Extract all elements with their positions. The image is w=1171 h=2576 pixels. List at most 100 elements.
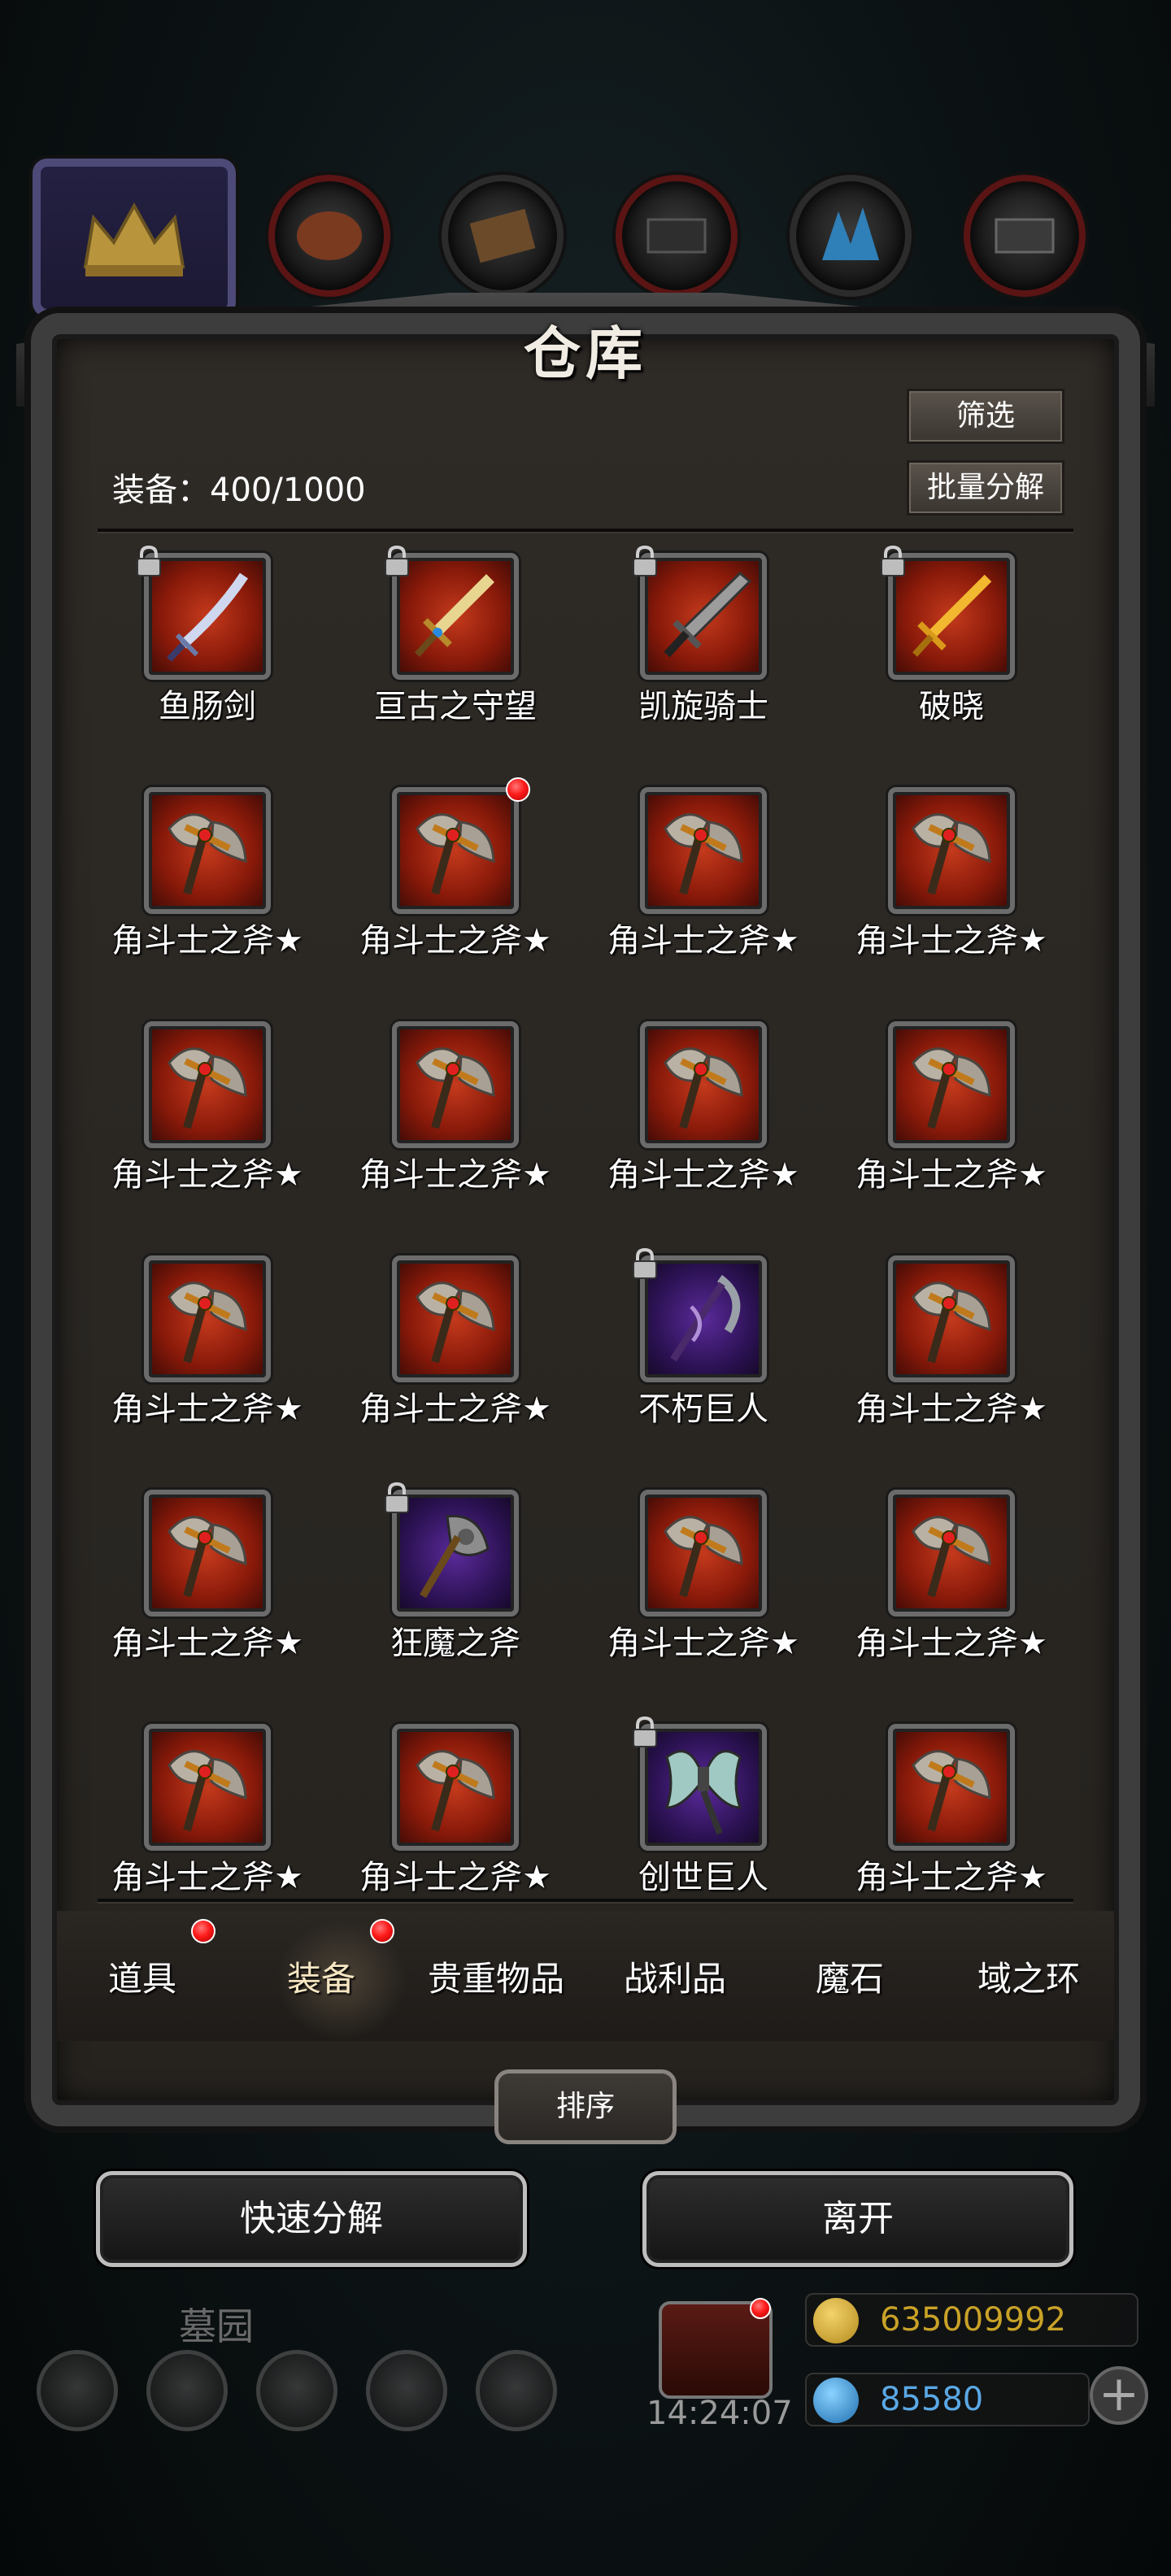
equipment-item[interactable]: 角斗士之斧★ bbox=[85, 1724, 329, 1911]
item-name: 亘古之守望 bbox=[374, 688, 537, 725]
item-name: 角斗士之斧★ bbox=[111, 922, 303, 959]
item-name: 角斗士之斧★ bbox=[359, 1859, 551, 1896]
item-slot[interactable] bbox=[640, 787, 767, 914]
equipment-item[interactable]: 角斗士之斧★ bbox=[581, 1490, 825, 1677]
battle-axe-icon bbox=[168, 1047, 247, 1129]
battle-axe-icon bbox=[416, 1047, 495, 1129]
tab-0[interactable]: 道具 bbox=[53, 1952, 232, 2001]
equipment-item[interactable]: 角斗士之斧★ bbox=[829, 1490, 1073, 1677]
battle-axe-icon bbox=[912, 1281, 991, 1364]
crown-icon bbox=[83, 202, 185, 276]
battle-axe-icon bbox=[416, 813, 495, 895]
item-slot[interactable] bbox=[888, 1724, 1015, 1851]
notification-badge bbox=[750, 2298, 771, 2319]
item-name: 角斗士之斧★ bbox=[607, 922, 799, 959]
location-label: 墓园 bbox=[179, 2304, 254, 2348]
item-slot[interactable] bbox=[640, 1021, 767, 1148]
item-name: 角斗士之斧★ bbox=[111, 1390, 303, 1428]
equipment-item[interactable]: 角斗士之斧★ bbox=[333, 1255, 577, 1442]
gold-amount: 635009992 bbox=[880, 2301, 1067, 2339]
equipment-item[interactable]: 狂魔之斧 bbox=[333, 1482, 577, 1677]
equipment-item[interactable]: 角斗士之斧★ bbox=[581, 1021, 825, 1208]
item-name: 角斗士之斧★ bbox=[855, 1859, 1047, 1896]
item-slot[interactable] bbox=[144, 1490, 271, 1617]
battle-axe-icon bbox=[168, 1281, 247, 1364]
equipment-item[interactable]: 角斗士之斧★ bbox=[333, 777, 577, 974]
category-crown-tab[interactable] bbox=[33, 159, 236, 317]
equipment-item[interactable]: 角斗士之斧★ bbox=[829, 1724, 1073, 1911]
category-iron-tab[interactable] bbox=[616, 175, 738, 297]
equipment-item[interactable]: 亘古之守望 bbox=[333, 545, 577, 740]
item-slot[interactable] bbox=[144, 1021, 271, 1148]
item-slot[interactable] bbox=[888, 787, 1015, 914]
equipment-item[interactable]: 创世巨人 bbox=[581, 1716, 825, 1911]
equipment-item[interactable]: 角斗士之斧★ bbox=[829, 1255, 1073, 1442]
category-metal-tab[interactable] bbox=[964, 175, 1086, 297]
equipment-item[interactable]: 角斗士之斧★ bbox=[85, 1490, 329, 1677]
equipment-item[interactable]: 破晓 bbox=[829, 545, 1073, 740]
tab-3[interactable]: 战利品 bbox=[586, 1952, 764, 2001]
battle-axe-icon bbox=[416, 1281, 495, 1364]
crystal-icon bbox=[822, 207, 879, 260]
notification-badge bbox=[506, 777, 530, 802]
battle-axe-icon bbox=[912, 813, 991, 895]
equipment-item[interactable]: 角斗士之斧★ bbox=[85, 1021, 329, 1208]
item-slot[interactable] bbox=[144, 1724, 271, 1851]
equipment-item[interactable]: 角斗士之斧★ bbox=[829, 1021, 1073, 1208]
item-slot[interactable] bbox=[888, 1021, 1015, 1148]
equipment-item[interactable]: 凯旋骑士 bbox=[581, 545, 825, 740]
settings-icon[interactable] bbox=[37, 2350, 118, 2431]
equipment-item[interactable]: 角斗士之斧★ bbox=[581, 787, 825, 974]
equipment-item[interactable]: 角斗士之斧★ bbox=[85, 1255, 329, 1442]
item-name: 不朽巨人 bbox=[638, 1390, 768, 1428]
handshake-icon[interactable] bbox=[476, 2350, 557, 2431]
tab-2[interactable]: 贵重物品 bbox=[407, 1952, 586, 2001]
equipment-item[interactable]: 鱼肠剑 bbox=[85, 545, 329, 740]
equipment-item[interactable]: 角斗士之斧★ bbox=[333, 1021, 577, 1208]
gift-box-icon[interactable] bbox=[659, 2298, 773, 2399]
batch-disassemble-button[interactable]: 批量分解 bbox=[907, 460, 1064, 516]
item-name: 角斗士之斧★ bbox=[855, 1156, 1047, 1194]
lock-icon bbox=[385, 1482, 409, 1513]
filter-button[interactable]: 筛选 bbox=[907, 389, 1064, 444]
equipment-item[interactable]: 不朽巨人 bbox=[581, 1247, 825, 1442]
item-slot[interactable] bbox=[640, 1490, 767, 1617]
item-slot[interactable] bbox=[392, 1724, 519, 1851]
battle-axe-icon bbox=[168, 813, 247, 895]
tab-5[interactable]: 域之环 bbox=[939, 1952, 1118, 2001]
sort-button[interactable]: 排序 bbox=[494, 2069, 677, 2144]
mail-icon[interactable] bbox=[366, 2350, 447, 2431]
achievement-icon[interactable] bbox=[146, 2350, 228, 2431]
lock-icon bbox=[881, 545, 905, 577]
gold-coin-icon bbox=[813, 2298, 859, 2343]
guild-icon[interactable] bbox=[256, 2350, 337, 2431]
leather-icon bbox=[469, 208, 536, 263]
category-crystal-tab[interactable] bbox=[790, 175, 912, 297]
lock-icon bbox=[137, 545, 161, 577]
item-name: 破晓 bbox=[919, 688, 984, 725]
item-slot[interactable] bbox=[888, 1490, 1015, 1617]
equipment-item[interactable]: 角斗士之斧★ bbox=[85, 787, 329, 974]
category-armor-tab[interactable] bbox=[268, 175, 390, 297]
battle-axe-icon bbox=[664, 813, 743, 895]
tab-4[interactable]: 魔石 bbox=[760, 1952, 939, 2001]
tab-1[interactable]: 装备 bbox=[232, 1952, 411, 2001]
item-name: 角斗士之斧★ bbox=[111, 1156, 303, 1194]
item-slot[interactable] bbox=[392, 787, 519, 914]
item-slot[interactable] bbox=[144, 787, 271, 914]
add-currency-icon[interactable]: + bbox=[1090, 2366, 1148, 2425]
item-name: 角斗士之斧★ bbox=[359, 1390, 551, 1428]
lock-icon bbox=[633, 1247, 657, 1279]
battle-axe-icon bbox=[416, 1750, 495, 1832]
leave-button[interactable]: 离开 bbox=[642, 2171, 1073, 2267]
item-name: 角斗士之斧★ bbox=[607, 1156, 799, 1194]
item-slot[interactable] bbox=[144, 1255, 271, 1382]
quick-disassemble-button[interactable]: 快速分解 bbox=[96, 2171, 527, 2267]
item-slot[interactable] bbox=[392, 1021, 519, 1148]
item-slot[interactable] bbox=[392, 1255, 519, 1382]
item-slot[interactable] bbox=[888, 1255, 1015, 1382]
equipment-item[interactable]: 角斗士之斧★ bbox=[333, 1724, 577, 1911]
equipment-item[interactable]: 角斗士之斧★ bbox=[829, 787, 1073, 974]
item-name: 角斗士之斧★ bbox=[359, 922, 551, 959]
category-leather-tab[interactable] bbox=[442, 175, 564, 297]
